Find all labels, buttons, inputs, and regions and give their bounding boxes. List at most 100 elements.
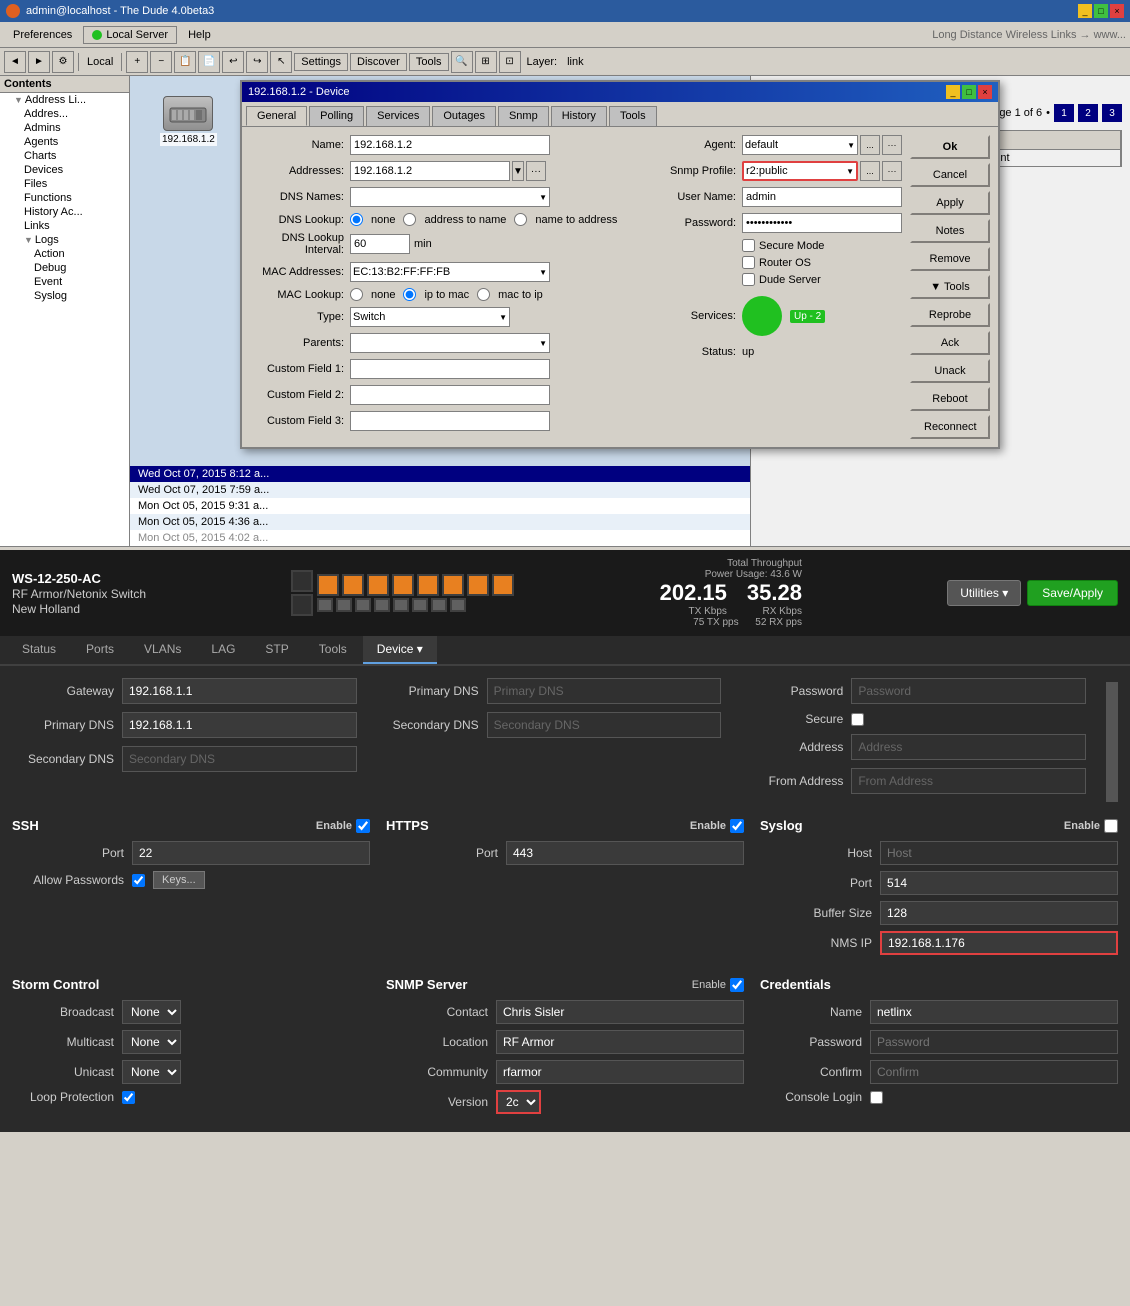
port-b8[interactable] — [450, 598, 466, 612]
tree-item-links[interactable]: Links — [0, 219, 129, 233]
pointer-button[interactable]: ↖ — [270, 51, 292, 73]
password-right-input[interactable] — [851, 678, 1086, 704]
tree-item-addresslist[interactable]: ▼ Address Li... — [0, 93, 129, 107]
maximize-button[interactable]: □ — [1094, 4, 1108, 18]
forward-button[interactable]: ► — [28, 51, 50, 73]
agent-edit-btn[interactable]: ... — [860, 135, 880, 155]
tools-dropdown[interactable]: Tools — [409, 53, 449, 71]
cancel-button[interactable]: Cancel — [910, 163, 990, 187]
port-b2[interactable] — [336, 598, 352, 612]
dns-interval-input[interactable] — [350, 234, 410, 254]
device-icon[interactable]: 192.168.1.2 — [160, 96, 217, 146]
tree-item-files[interactable]: Files — [0, 177, 129, 191]
tab-general[interactable]: General — [246, 106, 307, 126]
snmp-enable-checkbox[interactable] — [730, 978, 744, 992]
secure-checkbox[interactable] — [851, 713, 864, 726]
settings-button[interactable]: ⚙ — [52, 51, 74, 73]
close-button[interactable]: × — [1110, 4, 1124, 18]
dialog-maximize[interactable]: □ — [962, 85, 976, 99]
addresses-input[interactable] — [350, 161, 510, 181]
port-5[interactable] — [417, 574, 439, 596]
broadcast-select[interactable]: None — [122, 1000, 181, 1024]
tools-button[interactable]: ▼ Tools — [910, 275, 990, 299]
from-address-input[interactable] — [851, 768, 1086, 794]
apply-button[interactable]: Apply — [910, 191, 990, 215]
port-3[interactable] — [367, 574, 389, 596]
type-dropdown[interactable]: Switch ▼ — [350, 307, 510, 327]
minimize-button[interactable]: _ — [1078, 4, 1092, 18]
discover-dropdown[interactable]: Discover — [350, 53, 407, 71]
redo-button[interactable]: ↪ — [246, 51, 268, 73]
local-server-button[interactable]: Local Server — [83, 26, 177, 44]
ok-button[interactable]: Ok — [910, 135, 990, 159]
addresses-dropdown-btn[interactable]: ▼ — [512, 161, 524, 181]
console-login-checkbox[interactable] — [870, 1091, 883, 1104]
remove-button[interactable]: Remove — [910, 247, 990, 271]
preferences-menu[interactable]: Preferences — [4, 26, 81, 44]
dns-lookup-atn[interactable] — [403, 213, 416, 226]
secondary-dns-left-input[interactable] — [122, 746, 357, 772]
save-apply-button[interactable]: Save/Apply — [1027, 580, 1118, 606]
mac-lookup-iptomac[interactable] — [403, 288, 416, 301]
settings-dropdown[interactable]: Settings — [294, 53, 348, 71]
tree-item-event[interactable]: Event — [0, 275, 129, 289]
unack-button[interactable]: Unack — [910, 359, 990, 383]
tab-history[interactable]: History — [551, 106, 607, 126]
tree-item-agents[interactable]: Agents — [0, 135, 129, 149]
port-b6[interactable] — [412, 598, 428, 612]
mac-lookup-mactoip[interactable] — [477, 288, 490, 301]
unicast-select[interactable]: None — [122, 1060, 181, 1084]
mac-lookup-none[interactable] — [350, 288, 363, 301]
snmp-extra-btn[interactable]: ··· — [882, 161, 902, 181]
add-button[interactable]: + — [126, 51, 148, 73]
loop-protection-checkbox[interactable] — [122, 1091, 135, 1104]
port-7[interactable] — [467, 574, 489, 596]
help-menu[interactable]: Help — [179, 26, 220, 44]
gateway-input[interactable] — [122, 678, 357, 704]
parents-dropdown[interactable]: ▼ — [350, 333, 550, 353]
tree-item-functions[interactable]: Functions — [0, 191, 129, 205]
tab-tools[interactable]: Tools — [305, 636, 361, 664]
tab-status[interactable]: Status — [8, 636, 70, 664]
right-scrollbar[interactable] — [1106, 682, 1118, 802]
tab-stp[interactable]: STP — [251, 636, 302, 664]
snmp-profile-dropdown[interactable]: r2:public ▼ — [742, 161, 858, 181]
tree-item-history[interactable]: History Ac... — [0, 205, 129, 219]
nms-ip-input[interactable] — [880, 931, 1118, 955]
tree-item-devices[interactable]: Devices — [0, 163, 129, 177]
page-1-button[interactable]: 1 — [1054, 104, 1074, 122]
cred-name-input[interactable] — [870, 1000, 1118, 1024]
tree-item-admins[interactable]: Admins — [0, 121, 129, 135]
multicast-select[interactable]: None — [122, 1030, 181, 1054]
dns-lookup-nta[interactable] — [514, 213, 527, 226]
secure-mode-checkbox[interactable] — [742, 239, 755, 252]
tab-vlans[interactable]: VLANs — [130, 636, 195, 664]
tab-snmp[interactable]: Snmp — [498, 106, 549, 126]
port-2[interactable] — [342, 574, 364, 596]
custom2-input[interactable] — [350, 385, 550, 405]
utilities-button[interactable]: Utilities ▾ — [947, 580, 1021, 606]
dns-names-dropdown[interactable]: ▼ — [350, 187, 550, 207]
log-entry-2[interactable]: Mon Oct 05, 2015 9:31 a... — [130, 498, 750, 514]
tree-item-debug[interactable]: Debug — [0, 261, 129, 275]
mac-addr-dropdown[interactable]: EC:13:B2:FF:FF:FB ▼ — [350, 262, 550, 282]
search-button[interactable]: 🔍 — [451, 51, 473, 73]
snmp-edit-btn[interactable]: ... — [860, 161, 880, 181]
secondary-dns-right-input[interactable] — [487, 712, 722, 738]
reprobe-button[interactable]: Reprobe — [910, 303, 990, 327]
copy-button[interactable]: 📋 — [174, 51, 196, 73]
dialog-close[interactable]: × — [978, 85, 992, 99]
ack-button[interactable]: Ack — [910, 331, 990, 355]
port-8[interactable] — [492, 574, 514, 596]
tab-services[interactable]: Services — [366, 106, 430, 126]
port-1[interactable] — [317, 574, 339, 596]
community-input[interactable] — [496, 1060, 744, 1084]
log-entry-0[interactable]: Wed Oct 07, 2015 8:12 a... — [130, 466, 750, 482]
port-b7[interactable] — [431, 598, 447, 612]
cred-confirm-input[interactable] — [870, 1060, 1118, 1084]
log-entry-3[interactable]: Mon Oct 05, 2015 4:36 a... — [130, 514, 750, 530]
password-input[interactable] — [742, 213, 902, 233]
addresses-extra-btn[interactable]: ··· — [526, 161, 546, 181]
tab-outages[interactable]: Outages — [432, 106, 496, 126]
contact-input[interactable] — [496, 1000, 744, 1024]
